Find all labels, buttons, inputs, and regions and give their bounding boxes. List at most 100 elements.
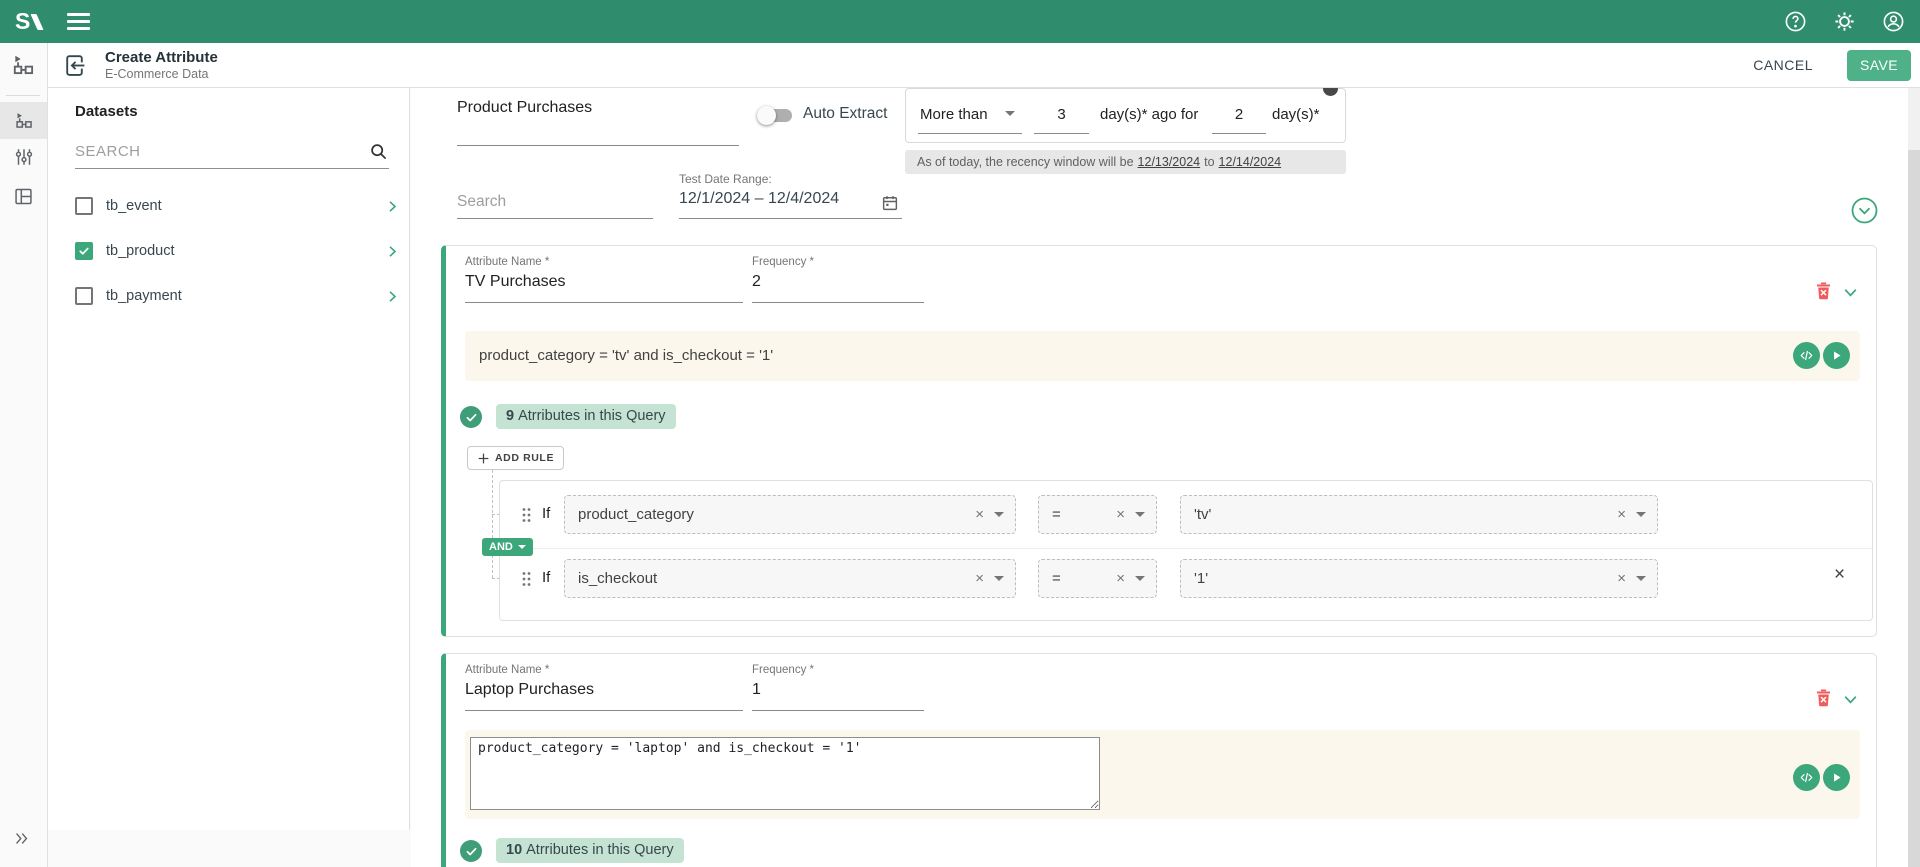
rule1-field-select[interactable]: product_category × (564, 495, 1016, 534)
recency-settings-box: More than 3 day(s)* ago for 2 day(s)* (905, 88, 1346, 143)
attribute-count-badge: 10Atrributes in this Query (496, 838, 684, 863)
edit-code-button[interactable] (1793, 342, 1820, 369)
attribute-search (457, 185, 653, 219)
rule1-value: 'tv' (1194, 506, 1617, 523)
clear-icon[interactable]: × (1617, 506, 1626, 523)
save-button[interactable]: SAVE (1847, 50, 1911, 81)
delete-attribute-icon[interactable] (1813, 687, 1834, 708)
menu-icon[interactable] (67, 9, 90, 35)
recency-end-date: 12/14/2024 (1219, 155, 1282, 169)
query-edit-area: product_category = 'laptop' and is_check… (465, 730, 1860, 819)
auto-extract-toggle[interactable] (759, 109, 792, 122)
chevron-right-icon[interactable] (385, 199, 400, 214)
dropdown-caret-icon[interactable] (1135, 512, 1145, 517)
checkbox-tb_payment[interactable] (75, 287, 93, 305)
dropdown-caret-icon[interactable] (994, 576, 1004, 581)
collapse-card-chevron-icon[interactable] (1842, 691, 1859, 708)
dataset-row-tb_product[interactable]: tb_product (75, 233, 400, 269)
rule2-operator-value: = (1052, 570, 1116, 587)
attribute-name-input[interactable]: Laptop Purchases (465, 681, 594, 699)
rule-separator (500, 548, 1872, 549)
account-icon[interactable] (1882, 10, 1905, 33)
frequency-input[interactable]: 2 (752, 273, 761, 291)
chevron-right-icon[interactable] (385, 289, 400, 304)
clear-icon[interactable]: × (1116, 506, 1125, 523)
test-date-range-value[interactable]: 12/1/2024 – 12/4/2024 (679, 190, 839, 208)
table-layout-icon[interactable] (13, 186, 34, 207)
expand-panel-icon[interactable] (13, 830, 30, 847)
rule2-field-select[interactable]: is_checkout × (564, 559, 1016, 598)
scrollbar[interactable] (1908, 88, 1920, 867)
dataset-label: tb_event (106, 198, 162, 214)
brand-logo[interactable]: S (15, 8, 40, 35)
help-icon[interactable] (1784, 10, 1807, 33)
cancel-button[interactable]: CANCEL (1753, 57, 1813, 73)
edit-code-button[interactable] (1793, 764, 1820, 791)
dropdown-caret-icon[interactable] (1636, 512, 1646, 517)
drag-handle-icon[interactable] (521, 571, 532, 587)
dropdown-caret-icon[interactable] (1135, 576, 1145, 581)
validated-check-icon (460, 840, 482, 862)
query-text: product_category = 'tv' and is_checkout … (479, 331, 773, 381)
filters-sliders-icon[interactable] (13, 146, 35, 168)
rule2-operator-select[interactable]: = × (1038, 559, 1157, 598)
scroll-down-circle-icon[interactable] (1851, 197, 1878, 224)
query-sql-textarea[interactable]: product_category = 'laptop' and is_check… (470, 737, 1100, 810)
rule1-field-value: product_category (578, 506, 975, 523)
rule1-operator-select[interactable]: = × (1038, 495, 1157, 534)
days-for-input[interactable]: 2 (1212, 106, 1266, 123)
validated-check-icon (460, 406, 482, 428)
datasets-title: Datasets (75, 103, 138, 120)
dropdown-caret-icon[interactable] (1636, 576, 1646, 581)
rule2-value: '1' (1194, 570, 1617, 587)
days-ago-unit-label: day(s)* ago for (1100, 106, 1198, 123)
back-icon[interactable] (62, 53, 87, 78)
collapse-card-chevron-icon[interactable] (1842, 284, 1859, 301)
clear-icon[interactable]: × (1116, 570, 1125, 587)
settings-gear-icon[interactable] (1833, 10, 1856, 33)
attributes-builder-icon[interactable] (14, 110, 35, 131)
recency-note-text: As of today, the recency window will be (917, 155, 1134, 169)
attribute-name-input[interactable]: TV Purchases (465, 273, 565, 291)
rule2-field-value: is_checkout (578, 570, 975, 587)
drag-handle-icon[interactable] (521, 507, 532, 523)
chevron-right-icon[interactable] (385, 244, 400, 259)
attribute-count: 10 (506, 842, 522, 858)
schema-icon[interactable] (11, 52, 37, 78)
rule1-value-select[interactable]: 'tv' × (1180, 495, 1658, 534)
dropdown-caret-icon (518, 545, 526, 549)
attribute-card-laptop-purchases: Attribute Name * Laptop Purchases Freque… (441, 653, 1877, 867)
clear-icon[interactable]: × (975, 570, 984, 587)
dropdown-caret-icon[interactable] (1005, 111, 1015, 116)
search-icon[interactable] (368, 141, 389, 162)
recency-to-text: to (1204, 155, 1214, 169)
dropdown-caret-icon[interactable] (994, 512, 1004, 517)
checkbox-tb_event[interactable] (75, 197, 93, 215)
run-query-button[interactable] (1823, 764, 1850, 791)
delete-attribute-icon[interactable] (1813, 280, 1834, 301)
scrollbar-thumb[interactable] (1908, 150, 1920, 867)
attribute-name-label: Attribute Name * (465, 664, 549, 676)
left-nav-rail (0, 43, 48, 867)
frequency-label: Frequency * (752, 664, 814, 676)
frequency-input[interactable]: 1 (752, 681, 761, 699)
run-query-button[interactable] (1823, 342, 1850, 369)
attribute-count-suffix: Atrributes in this Query (518, 408, 665, 424)
add-rule-button[interactable]: ADD RULE (467, 446, 564, 470)
checkbox-tb_product[interactable] (75, 242, 93, 260)
datasets-search-input[interactable] (75, 143, 368, 160)
rule2-value-select[interactable]: '1' × (1180, 559, 1658, 598)
display-name-field[interactable]: Product Purchases (457, 99, 592, 117)
days-for-unit-label: day(s)* (1272, 106, 1320, 123)
calendar-icon[interactable] (881, 194, 899, 212)
and-combinator-chip[interactable]: AND (482, 538, 533, 556)
dataset-row-tb_event[interactable]: tb_event (75, 188, 400, 224)
clear-icon[interactable]: × (975, 506, 984, 523)
clear-icon[interactable]: × (1617, 570, 1626, 587)
days-ago-input[interactable]: 3 (1034, 106, 1089, 123)
top-app-bar: S (0, 0, 1920, 43)
attribute-search-input[interactable] (457, 193, 657, 211)
dataset-row-tb_payment[interactable]: tb_payment (75, 278, 400, 314)
recency-operator-select[interactable]: More than (920, 106, 988, 123)
remove-rule-icon[interactable]: × (1834, 565, 1845, 584)
